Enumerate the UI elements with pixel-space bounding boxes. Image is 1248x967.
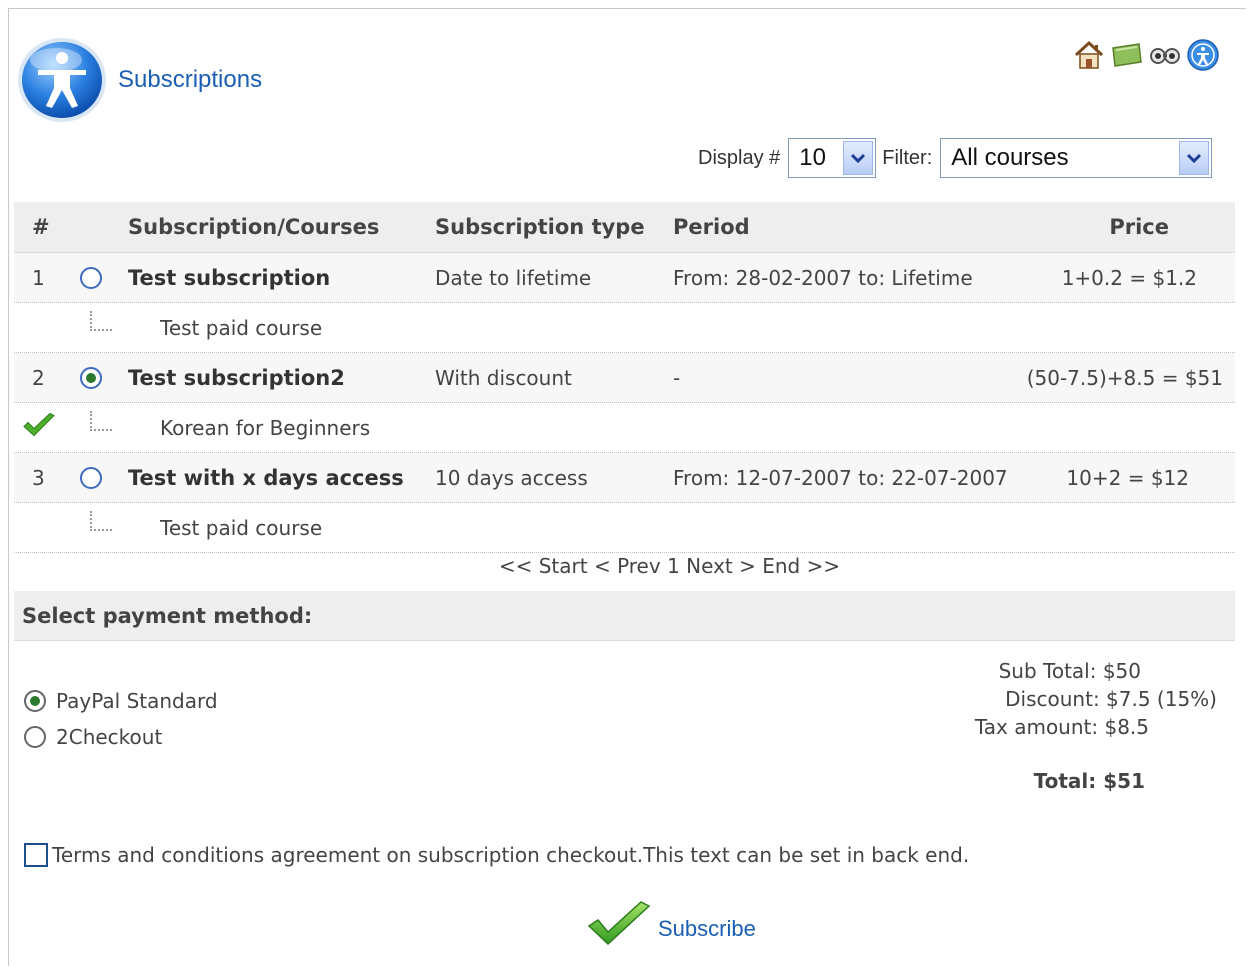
course-name: Test paid course: [160, 315, 323, 340]
list-item: Test paid course: [14, 503, 1235, 553]
subscription-radio[interactable]: [80, 266, 102, 289]
pagination: << Start < Prev 1 Next > End >>: [14, 554, 1235, 590]
col-num: #: [32, 215, 50, 239]
subscription-price: 1+0.2 = $1.2: [1061, 265, 1197, 290]
display-count-select[interactable]: 10: [788, 138, 877, 178]
payment-option-2checkout[interactable]: 2Checkout: [24, 719, 218, 755]
row-num: 1: [32, 265, 45, 290]
page-title: Subscriptions: [118, 66, 263, 93]
subscription-period: From: 12-07-2007 to: 22-07-2007: [673, 465, 1008, 490]
row-num: 3: [32, 465, 45, 490]
glasses-icon[interactable]: [1148, 38, 1182, 72]
2checkout-label: 2Checkout: [56, 725, 163, 749]
row-num: 2: [32, 365, 45, 390]
tax-amount: Tax amount: $8.5: [974, 715, 1149, 739]
paypal-radio[interactable]: [24, 690, 46, 712]
pager-start[interactable]: << Start: [499, 554, 588, 578]
subscription-type: 10 days access: [435, 465, 588, 490]
paypal-label: PayPal Standard: [56, 689, 218, 713]
checkmark-icon: [586, 900, 652, 958]
terms-agreement: Terms and conditions agreement on subscr…: [24, 843, 969, 867]
table-row: 3 Test with x days access 10 days access…: [14, 453, 1235, 503]
col-price: Price: [1109, 215, 1169, 239]
subscription-period: -: [673, 365, 681, 390]
terms-checkbox[interactable]: [24, 843, 48, 867]
list-item: Korean for Beginners: [14, 403, 1235, 453]
pager-end[interactable]: End >>: [762, 554, 840, 578]
course-name: Test paid course: [160, 515, 323, 540]
grand-total: Total: $51: [1033, 769, 1145, 793]
list-controls: Display # 10 Filter: All courses: [698, 137, 1213, 179]
filter-select[interactable]: All courses: [940, 138, 1213, 178]
filter-value: All courses: [951, 144, 1069, 171]
subscription-type: With discount: [435, 365, 572, 390]
flag-icon[interactable]: [1110, 38, 1144, 72]
subscribe-button[interactable]: Subscribe: [586, 900, 756, 958]
subscription-radio[interactable]: [80, 366, 102, 389]
table-row: 2 Test subscription2 With discount - (50…: [14, 353, 1235, 403]
list-item: Test paid course: [14, 303, 1235, 353]
pager-next[interactable]: Next >: [686, 554, 756, 578]
subscription-price: 10+2 = $12: [1066, 465, 1189, 490]
table-header: # Subscription/Courses Subscription type…: [14, 202, 1235, 253]
col-type: Subscription type: [435, 215, 645, 239]
checkmark-icon: [22, 412, 56, 443]
course-name: Korean for Beginners: [160, 415, 371, 440]
subscription-period: From: 28-02-2007 to: Lifetime: [673, 265, 973, 290]
subscription-radio[interactable]: [80, 466, 102, 489]
discount: Discount: $7.5 (15%): [1005, 687, 1217, 711]
accessibility-logo-icon: [16, 36, 108, 124]
table-row: 1 Test subscription Date to lifetime Fro…: [14, 253, 1235, 303]
payment-options: PayPal Standard 2Checkout: [24, 683, 218, 755]
tree-connector: [90, 411, 112, 431]
filter-label: Filter:: [882, 146, 933, 169]
subscription-name: Test subscription: [128, 265, 331, 290]
display-label: Display #: [698, 146, 781, 169]
order-totals: Sub Total: $50 Discount: $7.5 (15%) Tax …: [975, 657, 1217, 795]
home-icon[interactable]: [1072, 38, 1106, 72]
2checkout-radio[interactable]: [24, 726, 46, 748]
tree-connector: [90, 311, 112, 331]
subscriptions-table: # Subscription/Courses Subscription type…: [14, 202, 1235, 578]
subscribe-label: Subscribe: [658, 916, 756, 941]
subscription-name: Test with x days access: [128, 465, 404, 490]
pager-prev[interactable]: < Prev: [594, 554, 661, 578]
chevron-down-icon[interactable]: [1179, 141, 1210, 175]
payment-option-paypal[interactable]: PayPal Standard: [24, 683, 218, 719]
chevron-down-icon[interactable]: [843, 141, 874, 175]
payment-heading: Select payment method:: [14, 591, 1235, 641]
display-count-value: 10: [799, 144, 826, 171]
info-icon[interactable]: [1186, 38, 1220, 72]
col-period: Period: [673, 215, 750, 239]
tree-connector: [90, 511, 112, 531]
toolbar-icons: [1072, 38, 1220, 72]
subscription-price: (50-7.5)+8.5 = $51: [1026, 365, 1223, 390]
subscription-type: Date to lifetime: [435, 265, 592, 290]
col-name: Subscription/Courses: [128, 215, 380, 239]
terms-text: Terms and conditions agreement on subscr…: [52, 843, 970, 867]
subscription-name: Test subscription2: [128, 365, 345, 390]
pager-current-page: 1: [667, 554, 680, 578]
subtotal: Sub Total: $50: [998, 659, 1141, 683]
